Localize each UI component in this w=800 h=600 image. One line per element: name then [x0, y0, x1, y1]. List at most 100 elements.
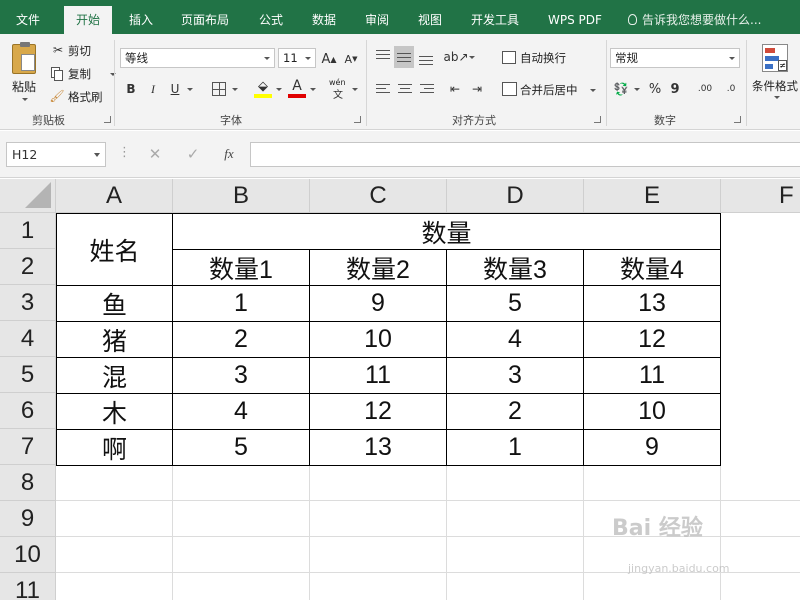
tab-insert[interactable]: 插入 — [129, 0, 153, 34]
underline-button[interactable]: U — [167, 80, 183, 98]
cell-c5[interactable]: 11 — [310, 358, 446, 393]
orientation-icon[interactable]: ab↗ — [443, 48, 468, 66]
cell-a1-name-header[interactable]: 姓名 — [57, 214, 172, 285]
cell-d2-subheader[interactable]: 数量3 — [447, 250, 583, 285]
number-format-select[interactable]: 常规 — [610, 48, 740, 68]
cell-a4[interactable]: 猪 — [57, 322, 172, 357]
tab-file[interactable]: 文件 — [16, 0, 40, 34]
conditional-format-button[interactable]: ≠ 条件格式 — [750, 42, 800, 112]
name-box[interactable]: H12 — [6, 142, 106, 167]
copy-button[interactable]: 复制 — [48, 65, 116, 83]
align-top-button[interactable] — [374, 46, 392, 66]
cell-a7[interactable]: 啊 — [57, 430, 172, 465]
row-header-8[interactable]: 8 — [0, 465, 56, 501]
cell-b3[interactable]: 1 — [173, 286, 309, 321]
cell-d7[interactable]: 1 — [447, 430, 583, 465]
column-header-d[interactable]: D — [447, 179, 584, 213]
grow-font-button[interactable]: A ▲ — [321, 50, 337, 68]
cell-e7[interactable]: 9 — [584, 430, 720, 465]
fill-color-button[interactable]: ⬙ — [253, 78, 273, 100]
tab-page-layout[interactable]: 页面布局 — [181, 0, 229, 34]
font-color-button[interactable]: A — [287, 78, 307, 100]
confirm-icon[interactable]: ✓ — [184, 145, 202, 163]
alignment-launcher[interactable] — [594, 116, 601, 123]
cell-b7[interactable]: 5 — [173, 430, 309, 465]
cut-button[interactable]: ✂ 剪切 — [48, 42, 108, 60]
italic-button[interactable]: I — [145, 80, 161, 98]
row-header-4[interactable]: 4 — [0, 321, 56, 357]
currency-icon[interactable]: 💱 — [612, 80, 630, 98]
cell-e3[interactable]: 13 — [584, 286, 720, 321]
comma-button[interactable]: 9 — [667, 80, 683, 98]
cell-a3[interactable]: 鱼 — [57, 286, 172, 321]
column-header-b[interactable]: B — [173, 179, 310, 213]
row-header-1[interactable]: 1 — [0, 213, 56, 249]
increase-indent-icon[interactable]: ⇥ — [468, 80, 486, 98]
cell-b2-subheader[interactable]: 数量1 — [173, 250, 309, 285]
align-middle-button[interactable] — [394, 46, 414, 68]
cell-d4[interactable]: 4 — [447, 322, 583, 357]
font-size-select[interactable]: 11 — [278, 48, 316, 68]
select-all-corner[interactable] — [0, 179, 56, 213]
row-header-3[interactable]: 3 — [0, 285, 56, 321]
cell-c3[interactable]: 9 — [310, 286, 446, 321]
align-bottom-button[interactable] — [417, 46, 435, 66]
cell-e4[interactable]: 12 — [584, 322, 720, 357]
cell-c2-subheader[interactable]: 数量2 — [310, 250, 446, 285]
decrease-indent-icon[interactable]: ⇤ — [446, 80, 464, 98]
merge-center-button[interactable]: 合并后居中 — [500, 80, 600, 100]
tab-wps-pdf[interactable]: WPS PDF — [548, 0, 602, 34]
align-center-button[interactable] — [396, 80, 414, 98]
bold-button[interactable]: B — [123, 80, 139, 98]
cell-b5[interactable]: 3 — [173, 358, 309, 393]
insert-function-icon[interactable]: fx — [220, 145, 238, 163]
tell-me-search[interactable]: 告诉我您想要做什么... — [628, 0, 761, 34]
cell-e6[interactable]: 10 — [584, 394, 720, 429]
row-header-7[interactable]: 7 — [0, 429, 56, 465]
row-header-5[interactable]: 5 — [0, 357, 56, 393]
increase-decimal-button[interactable]: .00 — [694, 78, 716, 100]
wrap-text-button[interactable]: 自动换行 — [500, 48, 600, 68]
column-header-c[interactable]: C — [310, 179, 447, 213]
cell-c4[interactable]: 10 — [310, 322, 446, 357]
number-launcher[interactable] — [734, 116, 741, 123]
cancel-icon[interactable]: ✕ — [146, 145, 164, 163]
decrease-decimal-button[interactable]: .0 — [720, 78, 742, 100]
tab-view[interactable]: 视图 — [418, 0, 442, 34]
cell-e5[interactable]: 11 — [584, 358, 720, 393]
cell-d5[interactable]: 3 — [447, 358, 583, 393]
column-header-e[interactable]: E — [584, 179, 721, 213]
row-header-2[interactable]: 2 — [0, 249, 56, 285]
row-header-11[interactable]: 11 — [0, 573, 56, 600]
cell-d3[interactable]: 5 — [447, 286, 583, 321]
tab-review[interactable]: 审阅 — [365, 0, 389, 34]
cell-b4[interactable]: 2 — [173, 322, 309, 357]
font-launcher[interactable] — [354, 116, 361, 123]
tab-home[interactable]: 开始 — [64, 6, 113, 34]
cell-d6[interactable]: 2 — [447, 394, 583, 429]
phonetic-button[interactable]: wén 文 — [328, 78, 350, 101]
column-header-f[interactable]: F — [721, 179, 800, 213]
row-header-6[interactable]: 6 — [0, 393, 56, 429]
row-header-10[interactable]: 10 — [0, 537, 56, 573]
column-header-a[interactable]: A — [56, 179, 173, 213]
clipboard-launcher[interactable] — [104, 116, 111, 123]
align-right-button[interactable] — [418, 80, 436, 98]
cell-b1-quantity-header[interactable]: 数量 — [173, 214, 720, 249]
cell-a6[interactable]: 木 — [57, 394, 172, 429]
formula-input[interactable] — [250, 142, 800, 167]
cell-a5[interactable]: 混 — [57, 358, 172, 393]
cell-e2-subheader[interactable]: 数量4 — [584, 250, 720, 285]
tab-formulas[interactable]: 公式 — [259, 0, 283, 34]
percent-button[interactable]: % — [647, 80, 663, 98]
tab-data[interactable]: 数据 — [312, 0, 336, 34]
cell-c7[interactable]: 13 — [310, 430, 446, 465]
borders-icon[interactable] — [212, 82, 226, 96]
format-painter-button[interactable]: 🖌 格式刷 — [48, 88, 108, 106]
align-left-button[interactable] — [374, 80, 392, 98]
shrink-font-button[interactable]: A ▼ — [343, 50, 359, 68]
tab-developer[interactable]: 开发工具 — [471, 0, 519, 34]
font-name-select[interactable]: 等线 — [120, 48, 275, 68]
paste-button[interactable]: 粘贴 — [6, 40, 44, 110]
cell-c6[interactable]: 12 — [310, 394, 446, 429]
